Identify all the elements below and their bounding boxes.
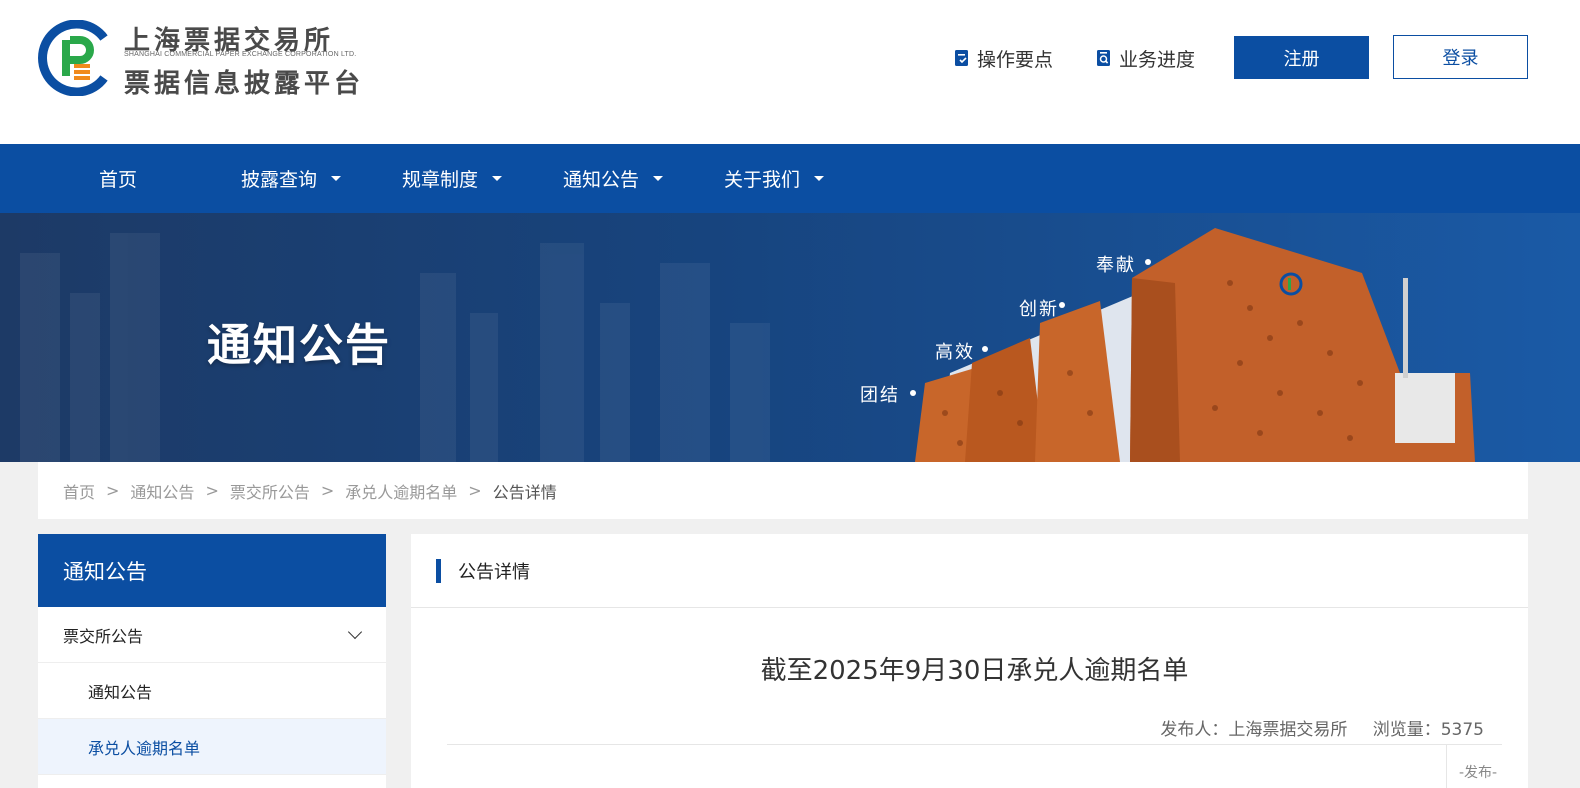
article-title: 截至2025年9月30日承兑人逾期名单 xyxy=(760,656,1189,686)
breadcrumb-item-home[interactable]: 首页 xyxy=(63,479,95,503)
nav-item-rules[interactable]: 规章制度 xyxy=(402,144,503,213)
breadcrumb-item-overdue-list[interactable]: 承兑人逾期名单 xyxy=(345,479,457,503)
logo-platform-name: 票据信息披露平台 xyxy=(124,69,365,99)
sidebar-title: 通知公告 xyxy=(38,534,386,607)
content-panel: 公告详情 截至2025年9月30日承兑人逾期名单 发布人：上海票据交易所 浏览量… xyxy=(411,534,1528,788)
article-publisher: 发布人：上海票据交易所 xyxy=(1160,720,1348,740)
sidebar-item-label: 承兑人逾期名单 xyxy=(88,738,201,758)
document-icon xyxy=(954,49,970,67)
breadcrumb-separator: > xyxy=(468,481,482,500)
nav-item-home[interactable]: 首页 xyxy=(99,144,137,213)
nav-item-about[interactable]: 关于我们 xyxy=(724,144,825,213)
breadcrumb-item-notices[interactable]: 通知公告 xyxy=(130,479,194,503)
caret-down-icon xyxy=(331,176,342,181)
section-accent-bar xyxy=(436,558,441,583)
banner-slogan: 创新 xyxy=(1019,299,1059,320)
page-banner: 通知公告 团结 高效 创新 奉献 xyxy=(0,213,1580,462)
nav-item-label: 首页 xyxy=(99,169,138,191)
chevron-down-icon xyxy=(347,624,363,640)
article-views: 浏览量：5375 xyxy=(1372,720,1484,740)
sidebar-item-overdue-list[interactable]: 承兑人逾期名单 xyxy=(38,719,386,775)
nav-item-notices[interactable]: 通知公告 xyxy=(563,144,664,213)
logo-mark-icon xyxy=(38,20,108,96)
login-button[interactable]: 登录 xyxy=(1393,35,1528,79)
logo-subtitle: SHANGHAI COMMERCIAL PAPER EXCHANGE CORPO… xyxy=(124,51,357,58)
banner-slogan: 高效 xyxy=(935,342,975,363)
nav-item-label: 规章制度 xyxy=(402,169,479,191)
sidebar-item-exchange-notices[interactable]: 票交所公告 xyxy=(38,607,386,663)
progress-link[interactable]: 业务进度 xyxy=(1096,46,1196,71)
nav-item-label: 通知公告 xyxy=(563,169,640,191)
caret-down-icon xyxy=(492,176,503,181)
nav-item-label: 披露查询 xyxy=(241,169,318,191)
nav-item-label: 关于我们 xyxy=(724,169,801,191)
banner-slogan: 奉献 xyxy=(1096,255,1136,276)
sidebar-item-label: 通知公告 xyxy=(88,682,153,702)
section-title: 公告详情 xyxy=(458,561,530,583)
publish-tag: -发布- xyxy=(1446,744,1506,788)
section-header: 公告详情 xyxy=(411,534,1528,608)
breadcrumb-separator: > xyxy=(320,481,335,500)
breadcrumb-item-current: 公告详情 xyxy=(492,482,557,502)
banner-title: 通知公告 xyxy=(207,320,391,371)
main-nav: 首页 披露查询 规章制度 通知公告 关于我们 xyxy=(0,144,1580,213)
article-meta: 发布人：上海票据交易所 浏览量：5375 xyxy=(1140,715,1484,740)
progress-link-label: 业务进度 xyxy=(1119,48,1196,71)
breadcrumb-item-exchange-notices[interactable]: 票交所公告 xyxy=(230,479,310,503)
breadcrumb: 首页 > 通知公告 > 票交所公告 > 承兑人逾期名单 > 公告详情 xyxy=(38,462,1528,519)
breadcrumb-separator: > xyxy=(205,481,219,500)
guide-link[interactable]: 操作要点 xyxy=(954,46,1054,71)
divider xyxy=(447,744,1502,745)
caret-down-icon xyxy=(653,176,664,181)
site-logo[interactable]: 上海票据交易所 SHANGHAI COMMERCIAL PAPER EXCHAN… xyxy=(38,20,378,99)
search-doc-icon xyxy=(1096,49,1112,67)
breadcrumb-separator: > xyxy=(106,481,120,500)
sidebar-item-notices[interactable]: 通知公告 xyxy=(38,663,386,719)
sidebar: 通知公告 票交所公告 通知公告 承兑人逾期名单 xyxy=(38,534,386,788)
nav-item-disclosure[interactable]: 披露查询 xyxy=(241,144,342,213)
guide-link-label: 操作要点 xyxy=(977,48,1054,71)
sidebar-item-label: 票交所公告 xyxy=(63,626,144,646)
register-button[interactable]: 注册 xyxy=(1234,36,1369,79)
banner-slogan: 团结 xyxy=(860,385,900,406)
caret-down-icon xyxy=(814,176,825,181)
site-header: 上海票据交易所 SHANGHAI COMMERCIAL PAPER EXCHAN… xyxy=(0,0,1580,144)
